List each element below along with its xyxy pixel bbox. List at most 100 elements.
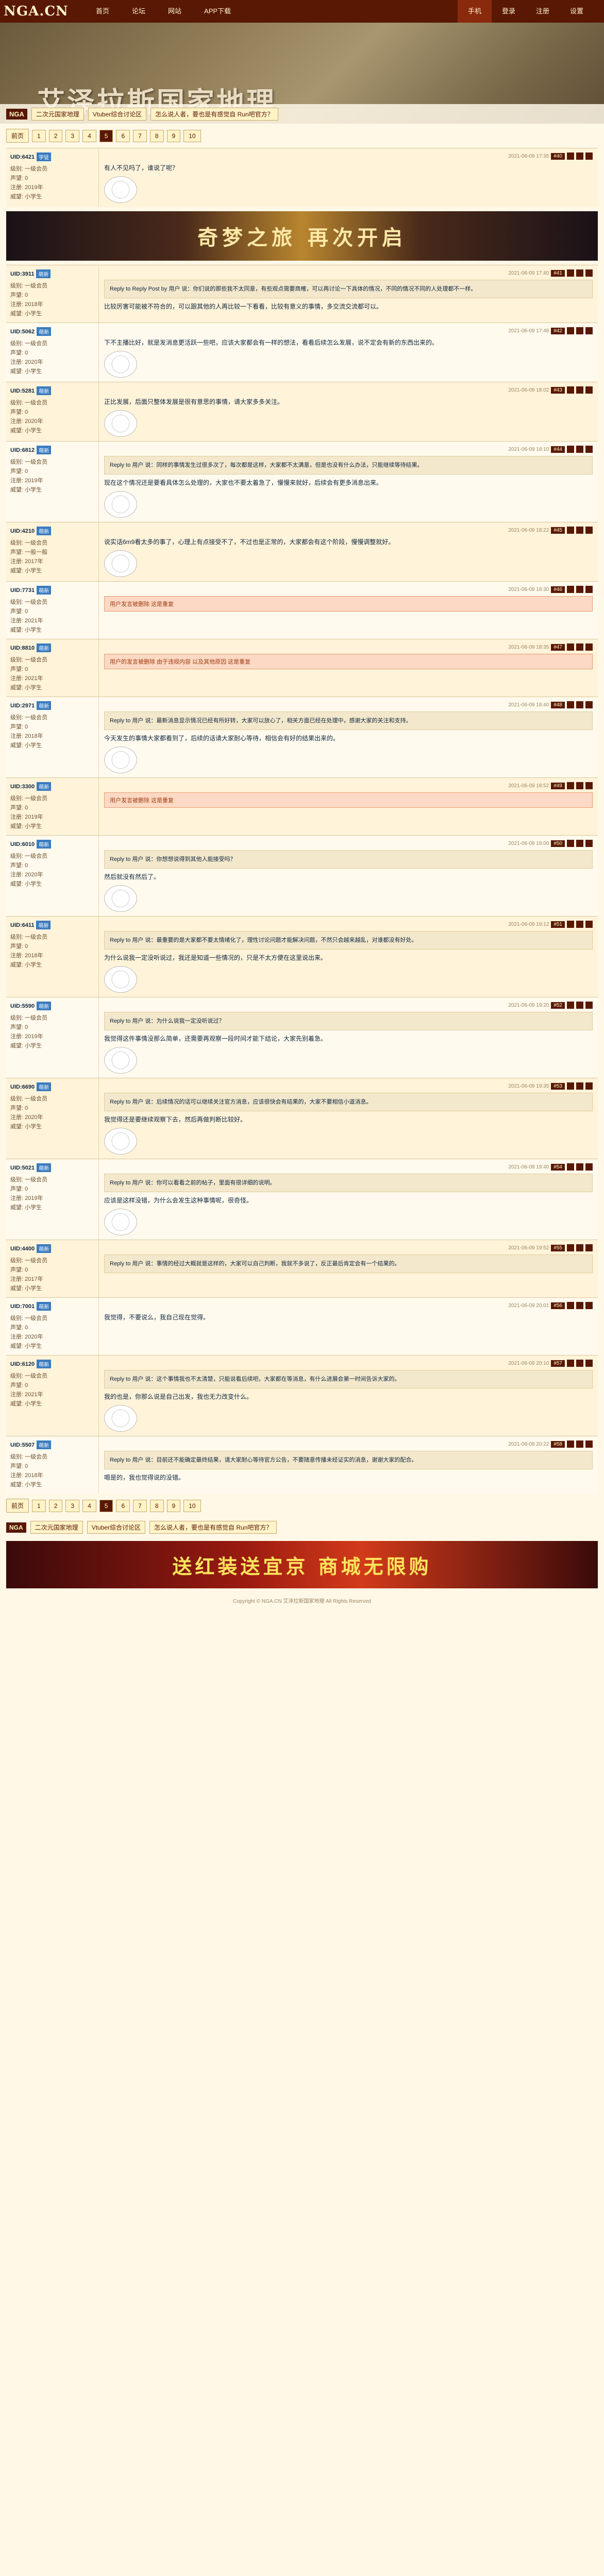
page-link[interactable]: 6 (116, 1499, 130, 1512)
page-link[interactable]: 3 (65, 1499, 80, 1512)
ad-banner-top[interactable]: 奇梦之旅 再次开启 (6, 211, 598, 261)
author-uid[interactable]: UID:4210 (10, 528, 35, 534)
reply-icon[interactable] (567, 446, 574, 453)
quote-icon[interactable] (576, 1082, 583, 1090)
more-icon[interactable] (585, 446, 593, 453)
quote-icon[interactable] (576, 1440, 583, 1448)
page-link[interactable]: 7 (133, 1499, 147, 1512)
reply-icon[interactable] (567, 1440, 574, 1448)
author-uid[interactable]: UID:5062 (10, 329, 35, 335)
nga-tag[interactable]: NGA (6, 108, 27, 120)
post-floor[interactable]: #50 (551, 840, 565, 847)
post-floor[interactable]: #41 (551, 269, 565, 277)
more-icon[interactable] (585, 152, 593, 160)
author-uid[interactable]: UID:6812 (10, 447, 35, 453)
author-uid[interactable]: UID:6690 (10, 1084, 35, 1090)
page-link[interactable]: 8 (149, 1499, 164, 1512)
site-logo[interactable]: NGA.CN (0, 0, 72, 23)
quote-icon[interactable] (576, 1302, 583, 1309)
reply-icon[interactable] (567, 386, 574, 394)
reply-icon[interactable] (567, 1302, 574, 1309)
nav-forum[interactable]: 论坛 (121, 0, 157, 23)
nav-login[interactable]: 登录 (492, 0, 526, 23)
page-link[interactable]: 9 (166, 129, 181, 142)
post-floor[interactable]: #48 (551, 701, 565, 708)
quote-icon[interactable] (576, 1360, 583, 1367)
reply-icon[interactable] (567, 782, 574, 789)
post-floor[interactable]: #52 (551, 1002, 565, 1009)
reply-icon[interactable] (567, 527, 574, 534)
quote-icon[interactable] (576, 782, 583, 789)
more-icon[interactable] (585, 586, 593, 593)
reply-icon[interactable] (567, 1163, 574, 1171)
author-uid[interactable]: UID:7001 (10, 1303, 35, 1310)
page-link[interactable]: 10 (183, 1499, 201, 1512)
page-link[interactable]: 3 (65, 129, 80, 142)
quote-icon[interactable] (576, 327, 583, 334)
reply-icon[interactable] (567, 1244, 574, 1251)
quote-icon[interactable] (576, 921, 583, 928)
post-floor[interactable]: #57 (551, 1360, 565, 1367)
quote-icon[interactable] (576, 840, 583, 847)
quote-icon[interactable] (576, 643, 583, 651)
more-icon[interactable] (585, 1440, 593, 1448)
author-uid[interactable]: UID:6411 (10, 922, 34, 928)
post-floor[interactable]: #58 (551, 1440, 565, 1448)
author-uid[interactable]: UID:4400 (10, 1246, 35, 1252)
reply-icon[interactable] (567, 1002, 574, 1009)
post-floor[interactable]: #51 (551, 921, 565, 928)
breadcrumb-item[interactable]: 二次元国家地理 (31, 107, 84, 121)
reply-icon[interactable] (567, 269, 574, 277)
page-current[interactable]: 5 (99, 129, 113, 142)
post-floor[interactable]: #53 (551, 1082, 565, 1090)
author-uid[interactable]: UID:6010 (10, 841, 35, 848)
quote-icon[interactable] (576, 269, 583, 277)
nav-app[interactable]: APP下载 (193, 0, 242, 23)
more-icon[interactable] (585, 1360, 593, 1367)
author-uid[interactable]: UID:5590 (10, 1003, 35, 1009)
breadcrumb-item[interactable]: Vtuber综合讨论区 (88, 107, 147, 121)
nav-mobile[interactable]: 手机 (457, 0, 492, 23)
more-icon[interactable] (585, 840, 593, 847)
reply-icon[interactable] (567, 327, 574, 334)
page-link[interactable]: 10 (183, 129, 201, 142)
post-floor[interactable]: #45 (551, 527, 565, 534)
page-link[interactable]: 2 (48, 129, 63, 142)
nav-home[interactable]: 首页 (85, 0, 121, 23)
quote-icon[interactable] (576, 152, 583, 160)
quote-icon[interactable] (576, 701, 583, 708)
author-uid[interactable]: UID:6120 (10, 1361, 35, 1367)
reply-icon[interactable] (567, 1082, 574, 1090)
author-uid[interactable]: UID:3911 (10, 271, 34, 277)
reply-icon[interactable] (567, 1360, 574, 1367)
ad-banner-bottom[interactable]: 送红装送宜京 商城无限购 (6, 1541, 598, 1588)
quote-icon[interactable] (576, 446, 583, 453)
quote-icon[interactable] (576, 586, 583, 593)
page-link[interactable]: 9 (166, 1499, 181, 1512)
post-floor[interactable]: #54 (551, 1163, 565, 1171)
page-prev[interactable]: 前页 (6, 1499, 29, 1513)
reply-icon[interactable] (567, 840, 574, 847)
page-link[interactable]: 6 (116, 129, 130, 142)
quote-icon[interactable] (576, 527, 583, 534)
post-floor[interactable]: #44 (551, 446, 565, 453)
page-link[interactable]: 8 (149, 129, 164, 142)
nav-settings[interactable]: 设置 (560, 0, 594, 23)
page-link[interactable]: 4 (82, 129, 96, 142)
breadcrumb-item[interactable]: 二次元国家地理 (30, 1521, 83, 1534)
more-icon[interactable] (585, 1163, 593, 1171)
page-link[interactable]: 2 (48, 1499, 63, 1512)
author-uid[interactable]: UID:5507 (10, 1442, 35, 1448)
reply-icon[interactable] (567, 586, 574, 593)
page-link[interactable]: 1 (32, 129, 46, 142)
author-uid[interactable]: UID:3300 (10, 784, 35, 790)
author-uid[interactable]: UID:7731 (10, 587, 35, 594)
author-uid[interactable]: UID:5021 (10, 1165, 35, 1171)
quote-icon[interactable] (576, 386, 583, 394)
post-floor[interactable]: #55 (551, 1244, 565, 1251)
post-floor[interactable]: #47 (551, 643, 565, 651)
breadcrumb-item[interactable]: 怎么说人者，要也是有感觉自 Run吧官方？ (149, 1521, 277, 1534)
quote-icon[interactable] (576, 1002, 583, 1009)
more-icon[interactable] (585, 1302, 593, 1309)
author-uid[interactable]: UID:2971 (10, 703, 35, 709)
